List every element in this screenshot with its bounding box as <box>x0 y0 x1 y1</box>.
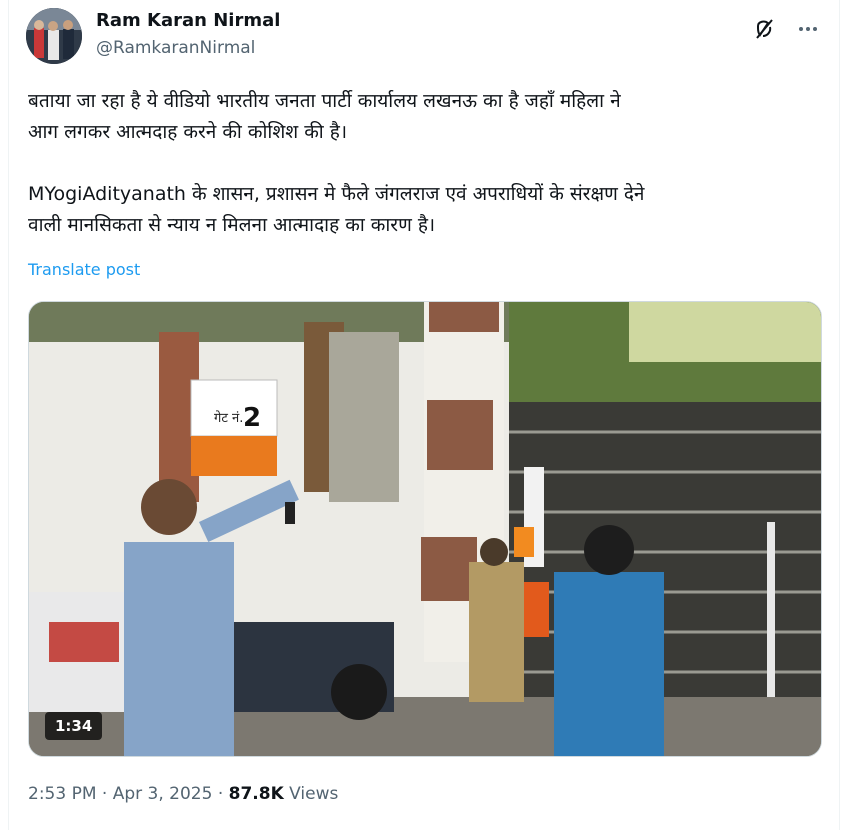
translate-post-link[interactable]: Translate post <box>28 260 140 279</box>
tweet-text-line: बताया जा रहा है ये वीडियो भारतीय जनता पा… <box>28 90 621 112</box>
gate-sign-text: गेट नं. <box>214 410 243 426</box>
gate-sign-number: 2 <box>243 403 261 433</box>
author-handle[interactable]: @RamkaranNirmal <box>96 38 255 58</box>
video-player[interactable]: गेट नं. 2 1:34 <box>28 301 822 757</box>
meta-separator: · <box>217 784 224 804</box>
views-count[interactable]: 87.8K <box>229 784 284 804</box>
post-date[interactable]: Apr 3, 2025 <box>113 784 213 804</box>
more-icon[interactable] <box>793 14 823 44</box>
tweet-text: बताया जा रहा है ये वीडियो भारतीय जनता पा… <box>28 86 828 241</box>
tweet-card: Ram Karan Nirmal @RamkaranNirmal बताया ज… <box>8 0 840 830</box>
video-thumbnail: गेट नं. 2 <box>29 302 821 756</box>
tweet-text-line: वाली मानसिकता से न्याय न मिलना आत्मादाह … <box>28 214 436 236</box>
author-name[interactable]: Ram Karan Nirmal <box>96 10 280 31</box>
views-label: Views <box>289 784 339 804</box>
avatar[interactable] <box>26 8 82 64</box>
video-duration: 1:34 <box>45 712 103 740</box>
tweet-text-line: आग लगकर आत्मदाह करने की कोशिश की है। <box>28 121 348 143</box>
tweet-meta: 2:53 PM · Apr 3, 2025 · 87.8K Views <box>28 784 338 804</box>
tweet-text-line: MYogiAdityanath के शासन, प्रशासन मे फैले… <box>28 183 645 205</box>
post-time[interactable]: 2:53 PM <box>28 784 97 804</box>
meta-separator: · <box>101 784 108 804</box>
grok-icon[interactable] <box>749 14 779 44</box>
